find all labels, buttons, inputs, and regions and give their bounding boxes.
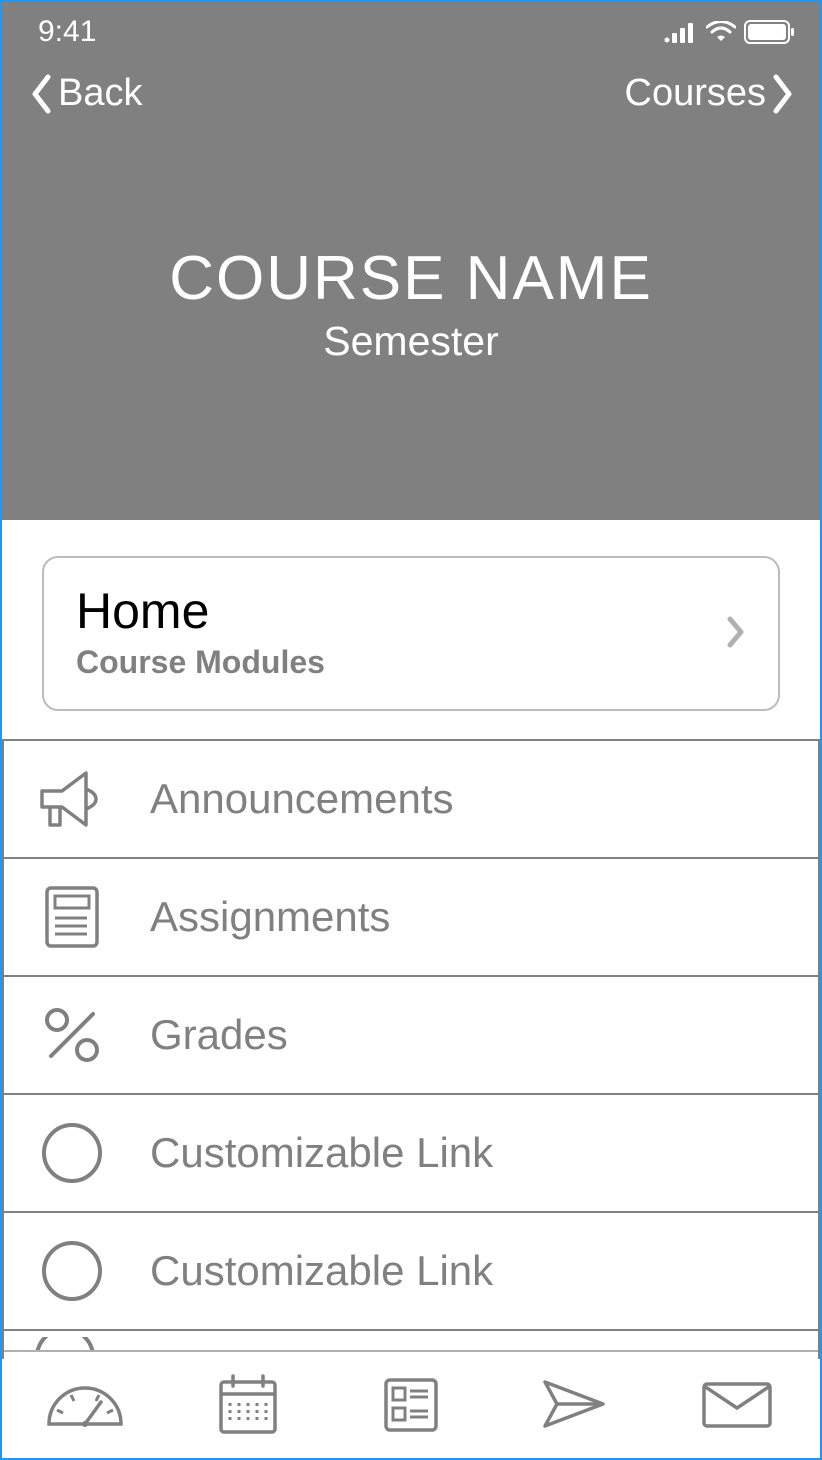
list-item-label: Customizable Link (150, 1247, 493, 1295)
circle-icon (30, 1111, 114, 1195)
course-nav-list: Announcements Assignments (42, 739, 780, 1359)
back-label: Back (58, 72, 142, 115)
list-item-label: Grades (150, 1011, 288, 1059)
chevron-right-icon (772, 74, 794, 114)
chevron-left-icon (30, 74, 52, 114)
bottom-nav (4, 1350, 818, 1458)
tab-inbox[interactable] (695, 1363, 779, 1447)
header-title-area: COURSE NAME Semester (2, 243, 820, 365)
status-time: 9:41 (38, 15, 96, 49)
list-item-custom-2[interactable]: Customizable Link (2, 1211, 820, 1331)
course-title: COURSE NAME (2, 243, 820, 314)
header-area: 9:41 Back (2, 2, 820, 520)
tab-send[interactable] (532, 1363, 616, 1447)
percent-icon (30, 993, 114, 1077)
list-item-label: Announcements (150, 775, 454, 823)
circle-icon (30, 1229, 114, 1313)
home-card[interactable]: Home Course Modules (42, 556, 780, 711)
status-bar: 9:41 (2, 2, 820, 52)
document-icon (30, 875, 114, 959)
list-item-grades[interactable]: Grades (2, 975, 820, 1095)
home-card-subtitle: Course Modules (76, 644, 325, 681)
list-item-label: Assignments (150, 893, 390, 941)
calendar-icon (215, 1372, 281, 1438)
send-icon (539, 1374, 609, 1436)
list-item-assignments[interactable]: Assignments (2, 857, 820, 977)
battery-icon (744, 20, 796, 44)
courses-label: Courses (625, 72, 767, 115)
megaphone-icon (30, 757, 114, 841)
courses-button[interactable]: Courses (625, 72, 795, 115)
home-card-title: Home (76, 582, 325, 640)
status-indicators (664, 20, 796, 44)
gauge-icon (43, 1380, 127, 1430)
content-area: Home Course Modules Announcements (2, 520, 820, 1359)
course-subtitle: Semester (2, 318, 820, 365)
back-button[interactable]: Back (30, 72, 142, 115)
tab-calendar[interactable] (206, 1363, 290, 1447)
tab-dashboard[interactable] (43, 1363, 127, 1447)
list-item-label: Customizable Link (150, 1129, 493, 1177)
tab-todo[interactable] (369, 1363, 453, 1447)
list-item-announcements[interactable]: Announcements (2, 739, 820, 859)
news-icon (380, 1374, 442, 1436)
list-item-custom-1[interactable]: Customizable Link (2, 1093, 820, 1213)
chevron-right-icon (726, 615, 746, 649)
nav-bar: Back Courses (2, 52, 820, 115)
mail-icon (698, 1378, 776, 1432)
wifi-icon (706, 21, 736, 43)
signal-icon (664, 21, 698, 43)
